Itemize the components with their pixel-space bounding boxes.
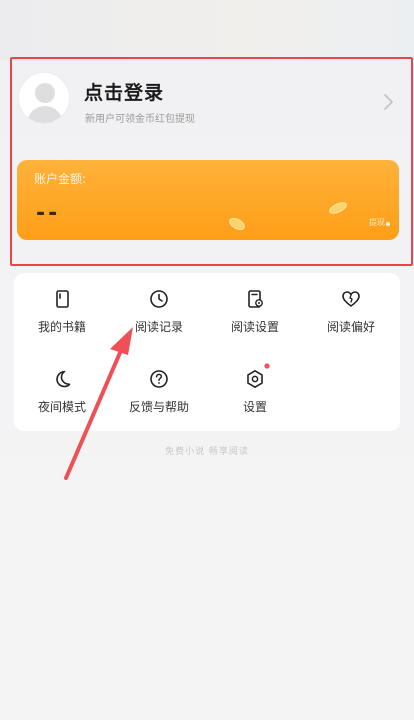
balance-value: -- [36, 201, 61, 226]
menu-item-reading-settings[interactable]: 阅读设置 [215, 289, 295, 349]
moon-icon [56, 370, 71, 388]
book-icon [56, 290, 69, 308]
account-balance-card[interactable]: 账户金额: -- 提现 [17, 160, 399, 240]
menu-item-reading-preference[interactable]: 阅读偏好 [311, 289, 391, 349]
menu-item-label: 阅读偏好 [326, 320, 375, 334]
footer-slogan: 免费小说 畅享阅读 [165, 447, 249, 457]
menu-item-settings[interactable]: 设置 [215, 363, 295, 429]
login-profile-row[interactable]: 点击登录 新用户可领金币红包提现 [18, 72, 404, 136]
default-avatar-icon[interactable] [18, 72, 70, 124]
menu-item-reading-history[interactable]: 阅读记录 [119, 289, 199, 349]
function-menu-card: 我的书籍 阅读记录 阅读设置 阅读偏好 夜间模式 反馈与帮助 设置 [14, 273, 400, 431]
status-bar-area [0, 0, 414, 60]
phone-settings-icon [248, 290, 263, 308]
heart-icon [342, 291, 360, 307]
balance-label: 账户金额: [34, 172, 87, 186]
coin-decoration-icon [329, 202, 347, 214]
menu-item-night-mode[interactable]: 夜间模式 [22, 369, 102, 429]
gear-hex-icon [247, 370, 263, 388]
login-title[interactable]: 点击登录 [84, 78, 164, 105]
notification-dot-icon [264, 363, 270, 369]
menu-item-label: 反馈与帮助 [128, 400, 189, 414]
withdraw-link[interactable]: 提现 [369, 217, 385, 228]
menu-item-label: 我的书籍 [37, 320, 86, 334]
menu-item-label: 设置 [242, 400, 267, 414]
clock-icon [150, 290, 168, 308]
help-icon [150, 370, 168, 388]
coin-decoration-icon [229, 217, 245, 231]
menu-item-label: 阅读记录 [134, 320, 183, 334]
chevron-right-icon[interactable] [380, 92, 396, 112]
menu-item-label: 阅读设置 [230, 320, 279, 334]
menu-item-feedback-help[interactable]: 反馈与帮助 [119, 369, 199, 429]
login-subtitle: 新用户可领金币红包提现 [85, 114, 195, 125]
menu-item-my-books[interactable]: 我的书籍 [22, 289, 102, 349]
menu-item-label: 夜间模式 [37, 400, 86, 414]
withdraw-arrow-icon[interactable] [386, 222, 390, 226]
